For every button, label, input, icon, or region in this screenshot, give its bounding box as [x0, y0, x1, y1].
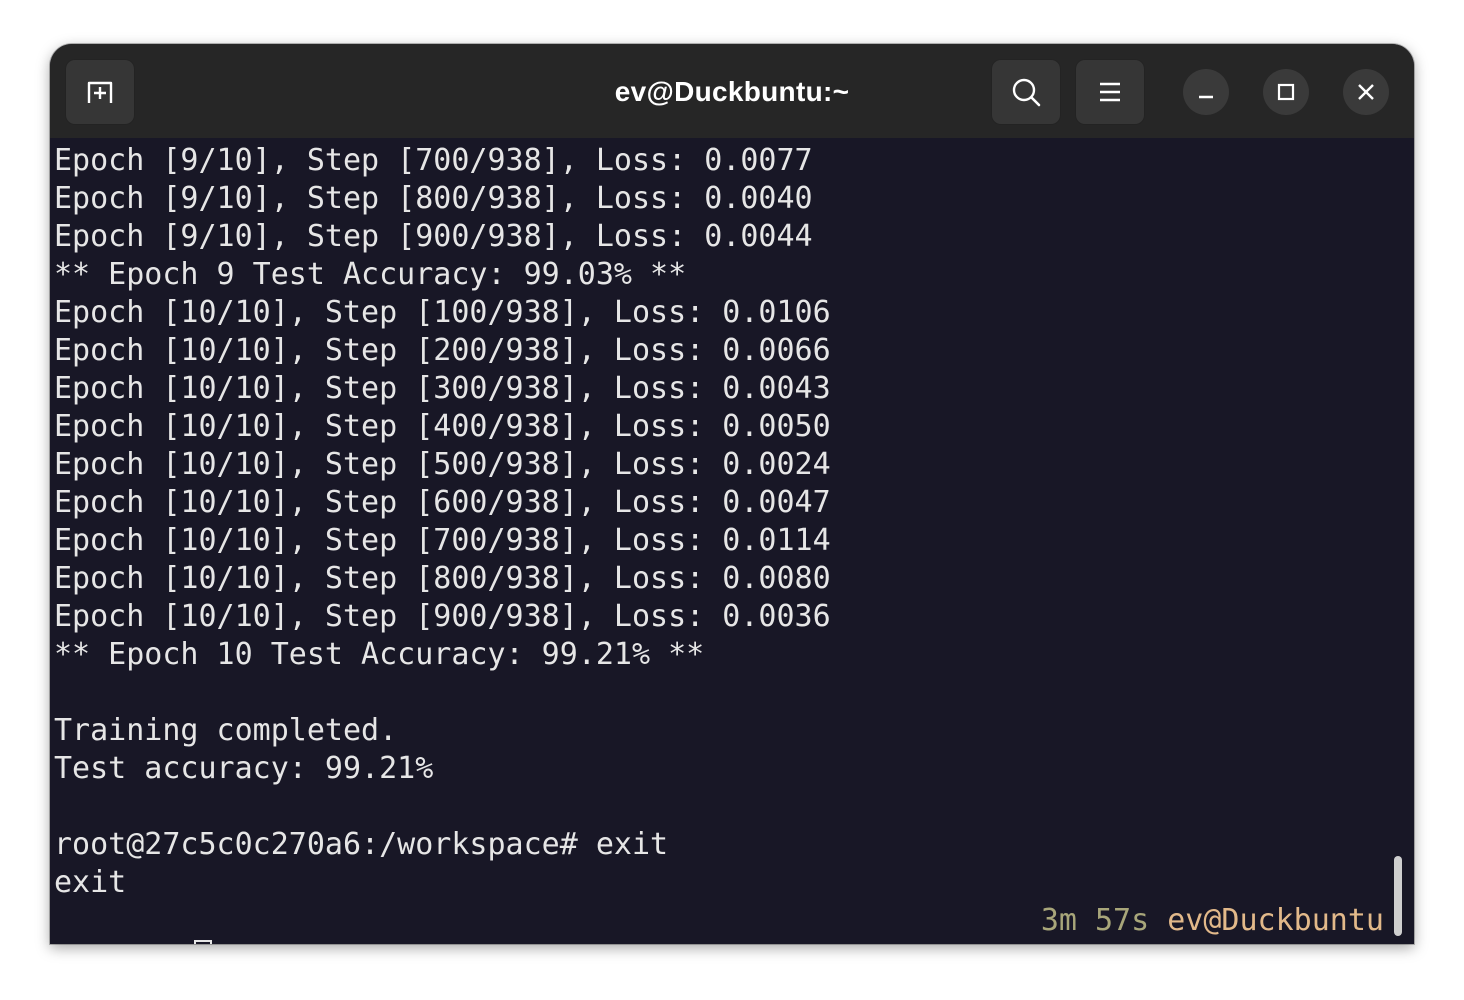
shell-prompt[interactable]: ~ ❯ 3m 57s ev@Duckbuntu — [54, 902, 1384, 944]
output-line: Epoch [10/10], Step [600/938], Loss: 0.0… — [54, 485, 831, 520]
terminal-output[interactable]: Epoch [9/10], Step [700/938], Loss: 0.00… — [54, 142, 1374, 902]
output-line: Epoch [9/10], Step [800/938], Loss: 0.00… — [54, 181, 813, 216]
search-icon — [1012, 78, 1041, 107]
output-line: Epoch [9/10], Step [700/938], Loss: 0.00… — [54, 143, 813, 178]
output-line: Epoch [10/10], Step [400/938], Loss: 0.0… — [54, 409, 831, 444]
summary-line: Training completed. — [54, 713, 398, 748]
maximize-button[interactable] — [1263, 69, 1309, 115]
output-line: ** Epoch 10 Test Accuracy: 99.21% ** — [54, 637, 705, 672]
output-line: ** Epoch 9 Test Accuracy: 99.03% ** — [54, 257, 687, 292]
minimize-button[interactable] — [1183, 69, 1229, 115]
output-line: Epoch [10/10], Step [500/938], Loss: 0.0… — [54, 447, 831, 482]
menu-button[interactable] — [1075, 59, 1145, 125]
text-cursor — [194, 939, 213, 944]
scrollbar[interactable] — [1394, 856, 1402, 936]
close-icon — [1358, 84, 1374, 100]
output-line: Epoch [9/10], Step [900/938], Loss: 0.00… — [54, 219, 813, 254]
hamburger-menu-icon — [1100, 82, 1120, 102]
prompt-directory: ~ — [126, 941, 144, 944]
output-line: exit — [54, 865, 127, 900]
prompt-host: ev@Duckbuntu — [1167, 903, 1384, 938]
maximize-icon — [1277, 83, 1295, 101]
search-button[interactable] — [991, 59, 1061, 125]
command-duration: 3m 57s — [1040, 903, 1150, 938]
output-line: Epoch [10/10], Step [300/938], Loss: 0.0… — [54, 371, 831, 406]
terminal-window: ev@Duckbuntu:~ Epoch [9/10], Step [700/9… — [50, 44, 1414, 944]
prompt-chevron-icon: ❯ — [162, 941, 180, 944]
headerbar: ev@Duckbuntu:~ — [50, 44, 1414, 138]
right-prompt: 3m 57s ev@Duckbuntu — [1041, 902, 1384, 940]
output-line: Epoch [10/10], Step [800/938], Loss: 0.0… — [54, 561, 831, 596]
output-line: Epoch [10/10], Step [700/938], Loss: 0.0… — [54, 523, 831, 558]
minimize-icon — [1199, 95, 1213, 99]
output-line: Epoch [10/10], Step [200/938], Loss: 0.0… — [54, 333, 831, 368]
summary-line: Test accuracy: 99.21% — [54, 751, 434, 786]
command-line: root@27c5c0c270a6:/workspace# exit — [54, 827, 669, 862]
close-button[interactable] — [1343, 69, 1389, 115]
output-line: Epoch [10/10], Step [900/938], Loss: 0.0… — [54, 599, 831, 634]
output-line: Epoch [10/10], Step [100/938], Loss: 0.0… — [54, 295, 831, 330]
